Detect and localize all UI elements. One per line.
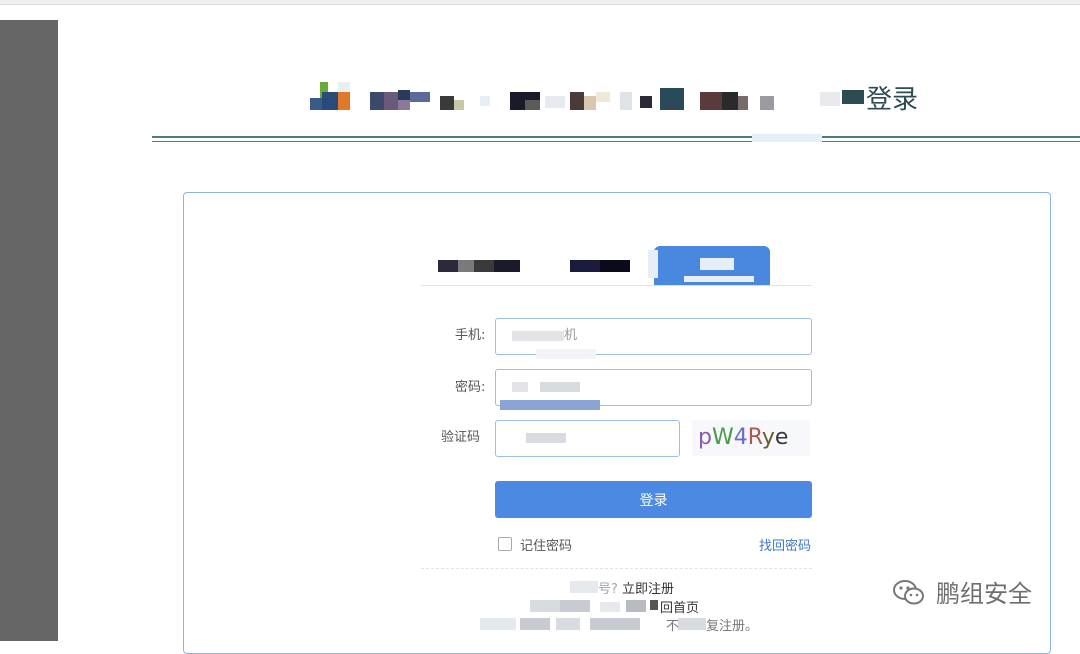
notice-fragment-1: 不 [666, 619, 680, 634]
captcha-char: W [711, 425, 734, 450]
page-title: 登录 [866, 85, 919, 115]
captcha-char: p [698, 425, 712, 450]
captcha-char: y [761, 425, 775, 450]
captcha-char: 4 [733, 425, 748, 450]
header-divider [152, 136, 1080, 138]
tab-login-method-3-active[interactable] [654, 246, 770, 286]
phone-placeholder: 机 [564, 328, 578, 343]
register-prefix-redacted [570, 581, 598, 593]
tab-underline [421, 285, 812, 286]
header-divider-thin [152, 141, 1080, 142]
login-submit-button[interactable]: 登录 [495, 481, 812, 518]
wechat-icon [893, 580, 924, 605]
captcha-char: R [747, 425, 762, 450]
password-input[interactable] [495, 369, 812, 410]
left-gray-panel [0, 20, 58, 641]
remember-checkbox[interactable] [498, 537, 512, 551]
register-question: 号? [598, 582, 618, 597]
captcha-image[interactable]: pW4Rye [692, 420, 810, 456]
password-label: 密码: [455, 380, 486, 395]
phone-input[interactable]: 机 [495, 318, 812, 359]
captcha-text: pW4Rye [698, 420, 788, 456]
back-home-link[interactable]: 回首页 [660, 597, 699, 616]
tab-login-method-2[interactable] [570, 258, 630, 274]
captcha-label: 验证码 [441, 430, 481, 445]
section-divider [421, 568, 812, 569]
register-link[interactable]: 立即注册 [622, 578, 674, 597]
captcha-char: e [774, 425, 789, 450]
phone-label: 手机: [455, 328, 486, 343]
notice-fragment-2: 复注册。 [706, 619, 759, 634]
tab-edge [648, 250, 658, 278]
header-divider-accent [752, 134, 822, 142]
remember-label: 记住密码 [520, 539, 573, 554]
watermark-text: 鹏组安全 [936, 580, 1032, 608]
browser-top-edge [0, 0, 1080, 5]
forgot-password-link[interactable]: 找回密码 [759, 535, 811, 554]
tab-login-method-1[interactable] [438, 258, 522, 274]
captcha-input[interactable] [495, 420, 680, 457]
